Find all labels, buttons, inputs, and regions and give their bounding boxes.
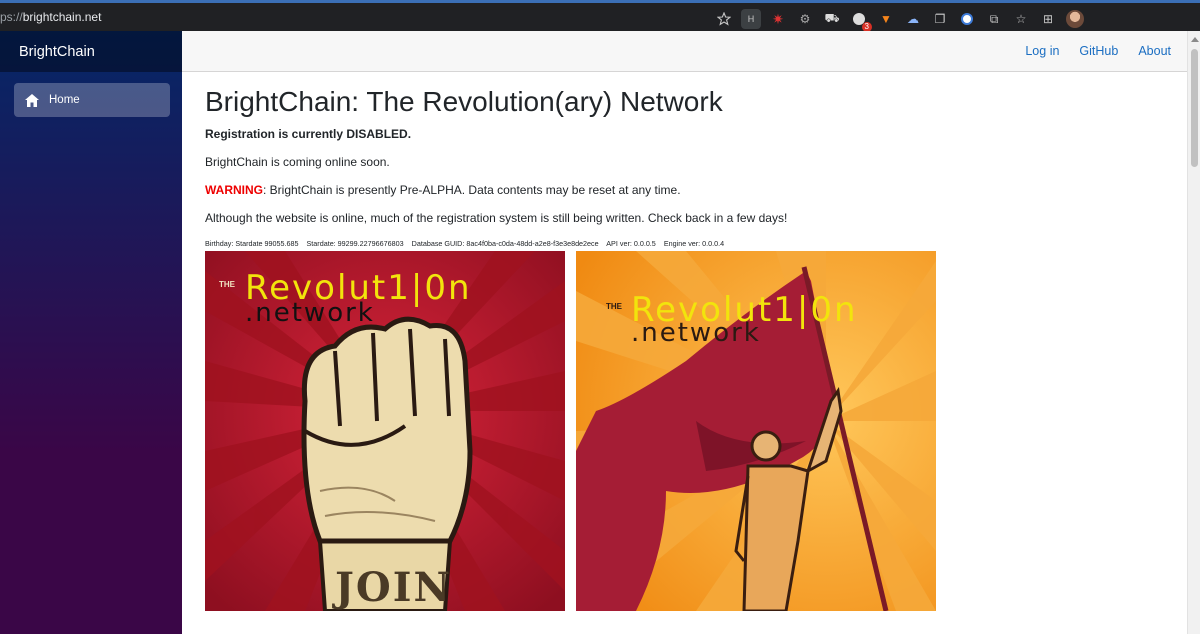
build-info: Birthday: Stardate 99055.685 Stardate: 9… [205, 239, 1180, 248]
flag-poster-art: THE Revolut1|0n .network [576, 251, 936, 611]
scroll-up-arrow-icon[interactable] [1191, 37, 1199, 42]
poster-network-label: .network [631, 318, 761, 348]
extensions-bar: H ✷ ⚙ ⛟ 3 ▼ ☁ ❐ ⧉ ☆ ⊞ [714, 8, 1085, 32]
extensions-puzzle-icon[interactable]: ⧉ [984, 9, 1004, 29]
address-bar[interactable]: ps://brightchain.net [0, 10, 101, 24]
scroll-thumb[interactable] [1191, 49, 1198, 167]
api-version: API ver: 0.0.0.5 [606, 239, 656, 248]
warning-label: WARNING [205, 183, 263, 197]
extension-h-icon[interactable]: H [741, 9, 761, 29]
poster-the-label: THE [219, 280, 236, 289]
extension-squares-icon[interactable]: ❐ [930, 9, 950, 29]
poster-join-caption: JOIN [332, 564, 452, 611]
star-add-icon[interactable] [714, 9, 734, 29]
birthday-stardate: Birthday: Stardate 99055.685 [205, 239, 299, 248]
sidebar-item-label: Home [49, 94, 80, 106]
extension-car-icon[interactable]: ⛟ [822, 9, 842, 29]
poster-gallery: THE Revolut1|0n .network JOIN THE Revolu… [205, 251, 936, 611]
scrollbar[interactable] [1187, 31, 1200, 634]
extension-gear-icon[interactable]: ⚙ [795, 9, 815, 29]
top-row: Log in GitHub About [182, 31, 1187, 72]
github-link[interactable]: GitHub [1079, 44, 1118, 58]
extension-red-icon[interactable]: 3 [849, 9, 872, 32]
poster-network-label: .network [245, 298, 375, 328]
engine-version: Engine ver: 0.0.0.4 [663, 239, 725, 248]
url-scheme: ps:// [0, 10, 23, 24]
login-link[interactable]: Log in [1025, 44, 1059, 58]
page-title: BrightChain: The Revolution(ary) Network [205, 86, 723, 117]
warning-text: WARNING: BrightChain is presently Pre-AL… [205, 183, 1180, 197]
brand-link[interactable]: BrightChain [19, 44, 95, 60]
current-stardate: Stardate: 99299.22796676803 [306, 239, 404, 248]
sidebar: BrightChain Home [0, 31, 182, 634]
extension-bug-icon[interactable]: ✷ [768, 9, 788, 29]
registration-status: Registration is currently DISABLED. [205, 127, 412, 141]
registration-note: Although the website is online, much of … [205, 211, 788, 225]
profile-avatar[interactable] [1065, 9, 1085, 29]
poster-the-label: THE [606, 302, 623, 311]
browser-toolbar: ps://brightchain.net H ✷ ⚙ ⛟ 3 ▼ ☁ ❐ ⧉ ☆… [0, 0, 1200, 32]
favorites-icon[interactable]: ☆ [1011, 9, 1031, 29]
home-icon [25, 93, 39, 107]
fist-poster-art: THE Revolut1|0n .network JOIN [205, 251, 565, 611]
about-link[interactable]: About [1138, 44, 1171, 58]
database-guid: Database GUID: 8ac4f0ba-c0da-48dd-a2e8-f… [411, 239, 599, 248]
collections-icon[interactable]: ⊞ [1038, 9, 1058, 29]
main-content: BrightChain: The Revolution(ary) Network… [205, 72, 1180, 248]
sidebar-item-home[interactable]: Home [14, 83, 170, 117]
poster-fist: THE Revolut1|0n .network JOIN [205, 251, 565, 611]
extension-cloud-icon[interactable]: ☁ [903, 9, 923, 29]
poster-flag: THE Revolut1|0n .network [576, 251, 936, 611]
online-soon-text: BrightChain is coming online soon. [205, 155, 390, 169]
extension-globe-icon[interactable] [957, 9, 977, 29]
url-host: brightchain.net [22, 10, 102, 24]
sidebar-brand-row: BrightChain [0, 31, 182, 72]
warning-body: : BrightChain is presently Pre-ALPHA. Da… [263, 183, 681, 197]
metamask-icon[interactable]: ▼ [876, 9, 896, 29]
